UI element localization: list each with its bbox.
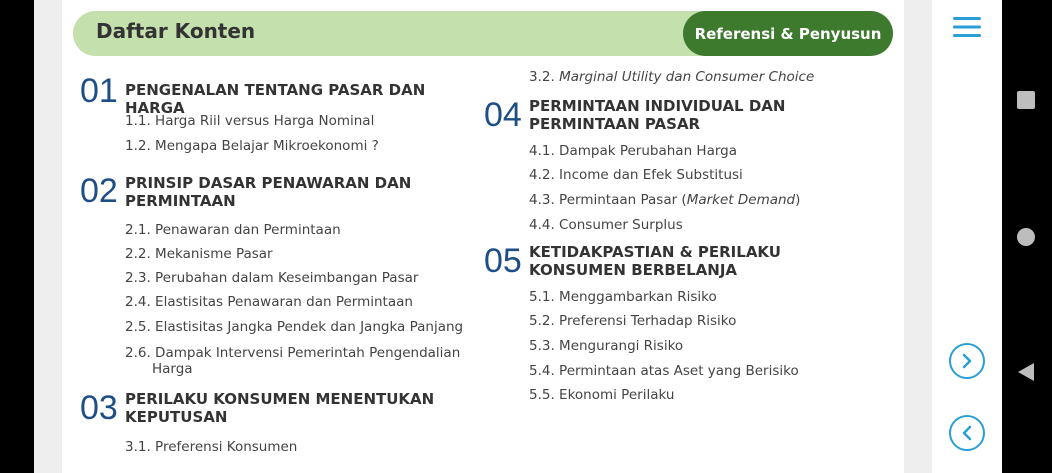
page-title: Daftar Konten <box>96 19 256 43</box>
chapter-title[interactable]: KETIDAKPASTIAN & PERILAKU KONSUMEN BERBE… <box>529 243 869 279</box>
chevron-left-icon <box>962 425 972 441</box>
chapter-title[interactable]: PRINSIP DASAR PENAWARAN DAN PERMINTAAN <box>125 174 425 210</box>
toc-item[interactable]: 5.3. Mengurangi Risiko <box>529 338 683 354</box>
left-letterbox <box>0 0 34 473</box>
toc-item[interactable]: 2.4. Elastisitas Penawaran dan Permintaa… <box>125 294 413 310</box>
chapter-title[interactable]: PENGENALAN TENTANG PASAR DAN HARGA <box>125 81 485 117</box>
chapter-number: 04 <box>484 96 522 134</box>
toc-item-italic-text: Market Demand <box>686 192 796 208</box>
toc-item[interactable]: 5.5. Ekonomi Perilaku <box>529 387 674 403</box>
toc-item[interactable]: 2.5. Elastisitas Jangka Pendek dan Jangk… <box>125 319 463 335</box>
toc-item[interactable]: 3.2. Marginal Utility dan Consumer Choic… <box>529 69 814 85</box>
toc-item[interactable]: 1.1. Harga Riil versus Harga Nominal <box>125 113 374 129</box>
references-button[interactable]: Referensi & Penyusun <box>683 11 893 56</box>
chapter-number: 01 <box>80 72 118 110</box>
chevron-right-icon <box>962 353 972 369</box>
triangle-left-icon[interactable] <box>1016 362 1036 382</box>
side-nav-panel <box>932 0 1002 473</box>
toc-item[interactable]: 4.2. Income dan Efek Substitusi <box>529 167 743 183</box>
toc-item[interactable]: 2.6. Dampak Intervensi Pemerintah Pengen… <box>125 345 482 377</box>
circle-icon[interactable] <box>1017 228 1035 246</box>
toc-item[interactable]: 4.4. Consumer Surplus <box>529 217 683 233</box>
chapter-title[interactable]: PERILAKU KONSUMEN MENENTUKAN KEPUTUSAN <box>125 390 435 426</box>
toc-item[interactable]: 3.1. Preferensi Konsumen <box>125 439 297 455</box>
toc-item[interactable]: 5.4. Permintaan atas Aset yang Berisiko <box>529 363 799 379</box>
toc-item[interactable]: 2.3. Perubahan dalam Keseimbangan Pasar <box>125 270 418 286</box>
toc-item[interactable]: 4.3. Permintaan Pasar (Market Demand) <box>529 192 800 208</box>
hamburger-menu-icon[interactable] <box>953 16 983 38</box>
toc-item-number: 3.2. <box>529 69 560 85</box>
toc-item-text: ) <box>795 192 801 208</box>
chapter-number: 02 <box>80 172 118 210</box>
next-page-button[interactable] <box>949 343 985 379</box>
prev-page-button[interactable] <box>949 415 985 451</box>
toc-item[interactable]: 2.1. Penawaran dan Permintaan <box>125 222 341 238</box>
chapter-title[interactable]: PERMINTAAN INDIVIDUAL DAN PERMINTAAN PAS… <box>529 97 889 133</box>
toc-item[interactable]: 5.1. Menggambarkan Risiko <box>529 289 717 305</box>
toc-item-italic-text: Marginal Utility dan Consumer Choice <box>559 69 815 85</box>
toc-item[interactable]: 4.1. Dampak Perubahan Harga <box>529 143 737 159</box>
toc-item-text: 4.3. Permintaan Pasar ( <box>529 192 687 208</box>
chapter-number: 05 <box>484 242 522 280</box>
toc-item[interactable]: 2.2. Mekanisme Pasar <box>125 246 273 262</box>
toc-item[interactable]: 5.2. Preferensi Terhadap Risiko <box>529 313 736 329</box>
square-icon[interactable] <box>1017 91 1035 109</box>
toc-item[interactable]: 1.2. Mengapa Belajar Mikroekonomi ? <box>125 138 379 154</box>
chapter-number: 03 <box>80 389 118 427</box>
